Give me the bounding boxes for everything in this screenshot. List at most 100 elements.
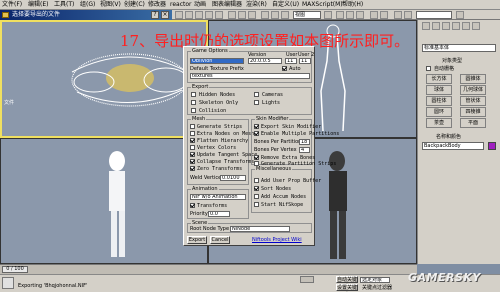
user2-input[interactable]: 11 — [299, 58, 311, 64]
render-type-select[interactable] — [416, 11, 452, 19]
cameras-checkbox[interactable] — [254, 92, 259, 97]
weld-vertices-input[interactable]: 0.0100 — [220, 175, 246, 181]
help-icon[interactable]: ? — [151, 11, 159, 19]
generate-strips-checkbox[interactable] — [190, 124, 195, 129]
update-tangent-checkbox[interactable] — [190, 152, 195, 157]
redo-icon[interactable] — [185, 11, 193, 19]
zero-transforms-checkbox[interactable] — [190, 166, 195, 171]
close-icon[interactable]: × — [161, 11, 169, 19]
hierarchy-tab-icon[interactable] — [442, 22, 450, 30]
angle-snap-icon[interactable] — [346, 11, 354, 19]
version-input[interactable]: 20.0.0.5 — [248, 58, 282, 64]
cylinder-button[interactable]: 圆柱体 — [426, 96, 452, 106]
undo-icon[interactable] — [175, 11, 183, 19]
pyramid-button[interactable]: 四棱锥 — [460, 107, 486, 117]
quick-render-icon[interactable] — [456, 11, 464, 19]
wiki-link[interactable]: Niftools Project Wiki — [252, 237, 302, 243]
tube-button[interactable]: 管状体 — [460, 96, 486, 106]
add-user-prop-checkbox[interactable] — [254, 178, 259, 183]
bones-per-partition-input[interactable]: 18 — [299, 139, 310, 145]
menu-help[interactable]: 帮助(H) — [342, 1, 363, 9]
export-button[interactable]: Export — [187, 236, 207, 244]
motion-tab-icon[interactable] — [452, 22, 460, 30]
cone-button[interactable]: 圆锥体 — [460, 74, 486, 84]
game-select[interactable]: Oblivion — [190, 58, 244, 64]
animation-select[interactable]: NIF w/o Animation — [190, 194, 246, 200]
lights-checkbox[interactable] — [254, 100, 259, 105]
time-slider[interactable]: 0 / 100 — [2, 266, 28, 273]
key-selection-select[interactable]: 选定对象 — [360, 277, 390, 283]
menu-group[interactable]: 组(G) — [80, 1, 95, 9]
bones-per-vertex-input[interactable]: 4 — [299, 147, 310, 153]
enable-multiple-checkbox[interactable] — [254, 131, 259, 136]
start-nifskope-checkbox[interactable] — [254, 202, 259, 207]
scale-icon[interactable] — [281, 11, 289, 19]
teapot-button[interactable]: 茶壶 — [426, 118, 452, 128]
timeline[interactable]: 0 / 100 — [0, 264, 417, 274]
align-icon[interactable] — [380, 11, 388, 19]
snap-icon[interactable] — [336, 11, 344, 19]
material-editor-icon[interactable] — [394, 11, 402, 19]
vertex-colors-checkbox[interactable] — [190, 145, 195, 150]
skeleton-only-checkbox[interactable] — [191, 100, 196, 105]
menu-modifiers[interactable]: 修改器 — [148, 1, 166, 9]
select-by-name-icon[interactable] — [238, 11, 246, 19]
rotate-icon[interactable] — [271, 11, 279, 19]
menu-animation[interactable]: 动画 — [194, 1, 206, 9]
cancel-button[interactable]: Cancel — [210, 236, 230, 244]
bind-icon[interactable] — [215, 11, 223, 19]
lock-icon[interactable] — [300, 276, 314, 283]
percent-snap-icon[interactable] — [356, 11, 364, 19]
collapse-transforms-checkbox[interactable] — [190, 159, 195, 164]
box-button[interactable]: 长方体 — [426, 74, 452, 84]
menu-tools[interactable]: 工具(T) — [54, 1, 74, 9]
remove-extra-bones-checkbox[interactable] — [254, 155, 259, 160]
pivot-icon[interactable] — [324, 11, 332, 19]
reference-coord-select[interactable]: 视图 — [293, 11, 321, 19]
auto-key-button[interactable]: 自动关键点 — [336, 276, 358, 290]
create-tab-icon[interactable] — [422, 22, 430, 30]
menu-reactor[interactable]: reactor — [170, 1, 192, 9]
menu-create[interactable]: 创建(C) — [124, 1, 145, 9]
auto-grid-checkbox[interactable] — [426, 66, 431, 71]
priority-input[interactable]: 0.0 — [208, 211, 230, 217]
auto-checkbox[interactable] — [282, 66, 287, 71]
root-node-type-select[interactable]: NiNode — [230, 226, 290, 232]
add-accum-nodes-checkbox[interactable] — [254, 194, 259, 199]
unlink-icon[interactable] — [205, 11, 213, 19]
geosphere-button[interactable]: 几何球体 — [460, 85, 486, 95]
render-setup-icon[interactable] — [404, 11, 412, 19]
object-name-field[interactable]: BackpackBody — [422, 142, 484, 150]
key-filters-label[interactable]: 关键点过滤器 — [362, 285, 392, 291]
hidden-nodes-checkbox[interactable] — [191, 92, 196, 97]
utilities-tab-icon[interactable] — [472, 22, 480, 30]
object-color-swatch[interactable] — [488, 142, 496, 150]
modify-tab-icon[interactable] — [432, 22, 440, 30]
sphere-button[interactable]: 球体 — [426, 85, 452, 95]
export-skin-checkbox[interactable] — [254, 124, 259, 129]
collision-checkbox[interactable] — [191, 108, 196, 113]
link-icon[interactable] — [195, 11, 203, 19]
menu-view[interactable]: 视图(V) — [100, 1, 121, 9]
torus-button[interactable]: 圆环 — [426, 107, 452, 117]
sort-nodes-checkbox[interactable] — [254, 186, 259, 191]
menu-rendering[interactable]: 渲染(R) — [246, 1, 267, 9]
menu-edit[interactable]: 编辑(E) — [28, 1, 48, 9]
menu-file[interactable]: 文件(F) — [2, 1, 22, 9]
plane-button[interactable]: 平面 — [460, 118, 486, 128]
region-icon[interactable] — [248, 11, 256, 19]
flatten-hierarchy-checkbox[interactable] — [190, 138, 195, 143]
set-key-button[interactable]: 设置关键点 — [336, 284, 358, 291]
user-input[interactable]: 11 — [285, 58, 297, 64]
viewport-left[interactable] — [0, 138, 208, 264]
transforms-checkbox[interactable] — [190, 203, 195, 208]
maxscript-listener-icon[interactable] — [2, 277, 14, 289]
select-icon[interactable] — [228, 11, 236, 19]
menu-maxscript[interactable]: MAXScript(M) — [302, 1, 343, 9]
menu-graph-editors[interactable]: 图表编辑器 — [212, 1, 242, 9]
display-tab-icon[interactable] — [462, 22, 470, 30]
menu-customize[interactable]: 自定义(U) — [272, 1, 299, 9]
primitive-type-select[interactable]: 标准基本体 — [422, 44, 496, 52]
move-icon[interactable] — [261, 11, 269, 19]
mirror-icon[interactable] — [370, 11, 378, 19]
